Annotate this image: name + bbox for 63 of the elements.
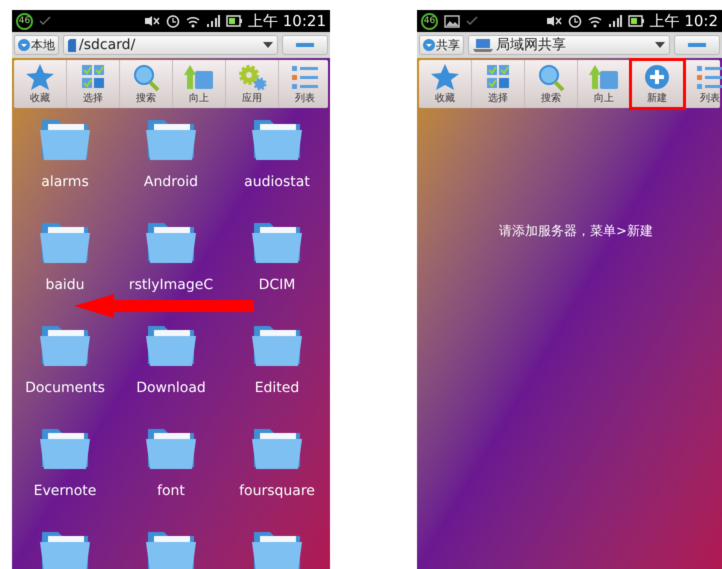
folder-name[interactable]: font <box>157 481 185 502</box>
alarm-icon <box>568 14 582 28</box>
battery-icon <box>628 15 644 27</box>
collapse-button[interactable] <box>282 35 328 55</box>
folder-name[interactable]: Edited <box>254 378 300 399</box>
toolbar-button[interactable]: 搜索 <box>120 60 173 108</box>
gears-icon <box>237 62 267 90</box>
folder-up-icon <box>589 62 619 90</box>
search-icon <box>131 62 161 90</box>
signal-icon <box>206 15 220 27</box>
toolbar-button[interactable]: 收藏 <box>14 60 67 108</box>
toolbar-button[interactable]: 收藏 <box>419 60 472 108</box>
check-icon <box>39 16 51 26</box>
caret-icon <box>263 42 273 48</box>
check-icon <box>466 16 478 26</box>
search-icon <box>536 62 566 90</box>
folder-name[interactable]: foursquare <box>239 481 315 502</box>
toolbar-button[interactable]: 向上 <box>173 60 226 108</box>
path-dropdown[interactable]: 局域网共享 <box>468 35 670 55</box>
folder-name[interactable]: baidu <box>45 275 85 296</box>
notification-badge: 46 <box>421 12 438 30</box>
folder-name[interactable]: audiostat <box>244 172 310 193</box>
signal-icon <box>608 15 622 27</box>
toolbar-button[interactable]: 列表 <box>684 60 722 108</box>
clock-time: 上午 10:21 <box>248 10 326 32</box>
star-icon <box>430 62 460 90</box>
folder-name[interactable]: DCIM <box>258 275 296 296</box>
dropdown-circle-icon <box>423 39 435 51</box>
empty-message: 请添加服务器，菜单>新建 <box>499 223 653 241</box>
wifi-icon <box>588 14 602 28</box>
toolbar-button[interactable]: 应用 <box>226 60 279 108</box>
mute-icon <box>144 15 160 27</box>
dropdown-circle-icon <box>18 39 30 51</box>
toolbar-button[interactable]: 搜索 <box>525 60 578 108</box>
location-button[interactable]: 本地 <box>14 35 59 55</box>
folder-name[interactable]: Download <box>136 378 206 399</box>
folder-name[interactable]: Android <box>144 172 198 193</box>
toolbar-button[interactable]: 向上 <box>578 60 631 108</box>
minus-icon <box>296 43 314 47</box>
folder-name[interactable]: Documents <box>25 378 105 399</box>
battery-icon <box>226 15 242 27</box>
laptop-icon <box>473 38 493 52</box>
minus-icon <box>688 43 706 47</box>
location-button[interactable]: 共享 <box>419 35 464 55</box>
add-icon <box>642 62 672 90</box>
path-dropdown[interactable]: /sdcard/ <box>63 35 278 55</box>
toolbar-button[interactable]: 列表 <box>279 60 330 108</box>
toolbar-button[interactable]: 选择 <box>472 60 525 108</box>
toolbar-button[interactable]: 新建 <box>631 60 684 108</box>
caret-icon <box>655 42 665 48</box>
folder-name[interactable]: alarms <box>41 172 89 193</box>
clock-time: 上午 10:2 <box>650 10 718 32</box>
collapse-button[interactable] <box>674 35 720 55</box>
mute-icon <box>546 15 562 27</box>
star-icon <box>25 62 55 90</box>
folder-up-icon <box>184 62 214 90</box>
alarm-icon <box>166 14 180 28</box>
folder-name[interactable]: rstlyImageC <box>128 275 214 296</box>
toolbar-button[interactable]: 选择 <box>67 60 120 108</box>
notification-badge: 46 <box>16 12 33 30</box>
wifi-icon <box>186 14 200 28</box>
sd-card-icon <box>68 38 76 52</box>
folder-name[interactable]: Evernote <box>34 481 96 502</box>
